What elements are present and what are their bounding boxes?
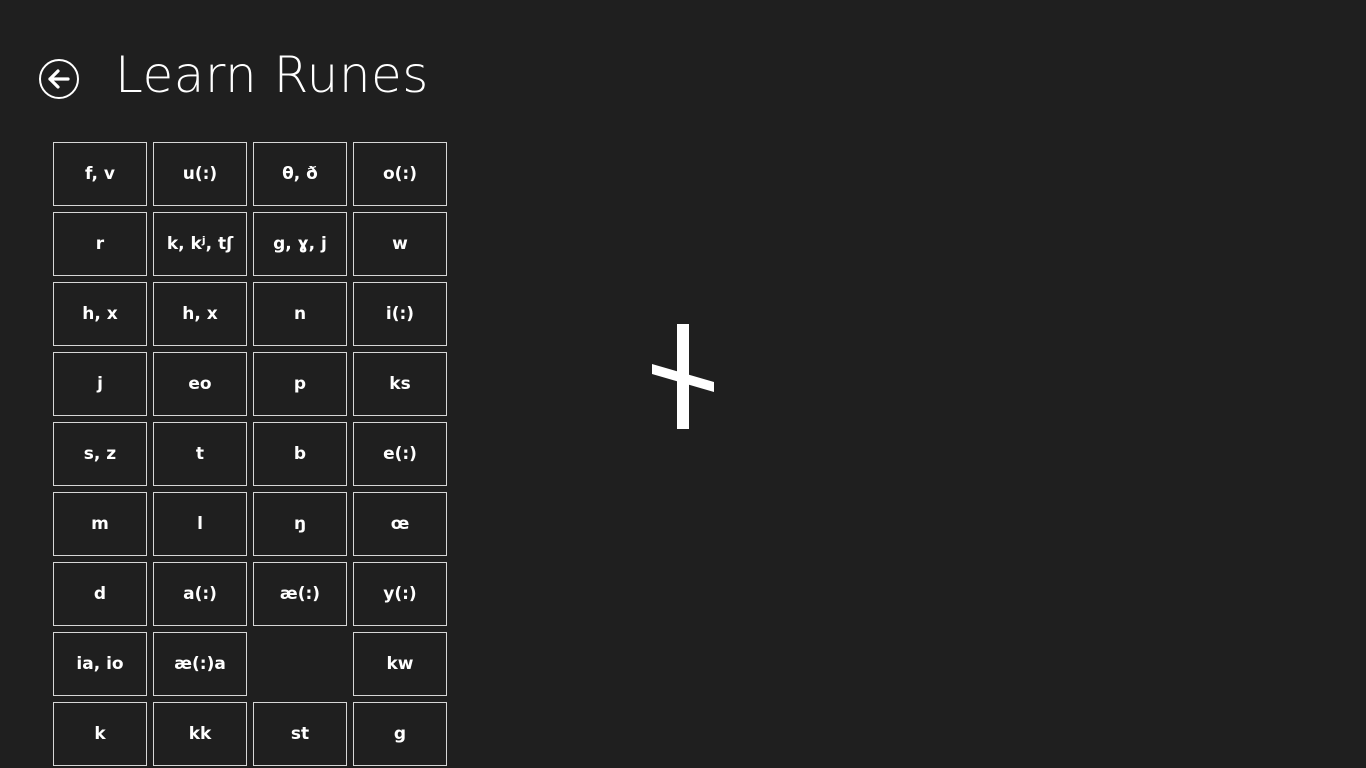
rune-button[interactable]: h, x bbox=[53, 282, 147, 346]
rune-button[interactable]: n bbox=[253, 282, 347, 346]
rune-button[interactable]: æ(:) bbox=[253, 562, 347, 626]
learn-runes-page: Learn Runes f, v u(:) θ, ð o(:) r k, kʲ, tʃ g,… bbox=[0, 0, 1366, 768]
rune-button[interactable]: r bbox=[53, 212, 147, 276]
rune-button[interactable]: g, ɣ, j bbox=[253, 212, 347, 276]
rune-button[interactable]: t bbox=[153, 422, 247, 486]
rune-button[interactable]: b bbox=[253, 422, 347, 486]
rune-button[interactable]: kk bbox=[153, 702, 247, 766]
rune-button[interactable]: e(:) bbox=[353, 422, 447, 486]
rune-button[interactable]: a(:) bbox=[153, 562, 247, 626]
rune-button[interactable]: ia, io bbox=[53, 632, 147, 696]
rune-button[interactable]: y(:) bbox=[353, 562, 447, 626]
rune-button-grid: f, v u(:) θ, ð o(:) r k, kʲ, tʃ g, ɣ, j w h, x h,… bbox=[53, 142, 447, 766]
rune-button[interactable]: m bbox=[53, 492, 147, 556]
rune-button[interactable]: k, kʲ, tʃ bbox=[153, 212, 247, 276]
back-arrow-icon bbox=[48, 69, 70, 89]
rune-button[interactable]: s, z bbox=[53, 422, 147, 486]
page-title: Learn Runes bbox=[115, 46, 429, 104]
back-button[interactable] bbox=[39, 59, 79, 99]
rune-button[interactable]: ks bbox=[353, 352, 447, 416]
rune-button[interactable]: st bbox=[253, 702, 347, 766]
rune-button[interactable]: u(:) bbox=[153, 142, 247, 206]
rune-button[interactable]: f, v bbox=[53, 142, 147, 206]
rune-button[interactable]: g bbox=[353, 702, 447, 766]
rune-button[interactable]: œ bbox=[353, 492, 447, 556]
rune-button[interactable]: h, x bbox=[153, 282, 247, 346]
rune-button[interactable]: k bbox=[53, 702, 147, 766]
rune-button[interactable]: w bbox=[353, 212, 447, 276]
rune-button[interactable]: d bbox=[53, 562, 147, 626]
rune-button[interactable]: ŋ bbox=[253, 492, 347, 556]
rune-button-empty bbox=[253, 632, 347, 696]
rune-button[interactable]: θ, ð bbox=[253, 142, 347, 206]
rune-button[interactable]: o(:) bbox=[353, 142, 447, 206]
rune-button[interactable]: l bbox=[153, 492, 247, 556]
rune-button[interactable]: eo bbox=[153, 352, 247, 416]
rune-button[interactable]: j bbox=[53, 352, 147, 416]
rune-button[interactable]: kw bbox=[353, 632, 447, 696]
rune-button[interactable]: p bbox=[253, 352, 347, 416]
rune-button[interactable]: i(:) bbox=[353, 282, 447, 346]
rune-glyph-icon bbox=[652, 324, 714, 429]
rune-button[interactable]: æ(:)a bbox=[153, 632, 247, 696]
